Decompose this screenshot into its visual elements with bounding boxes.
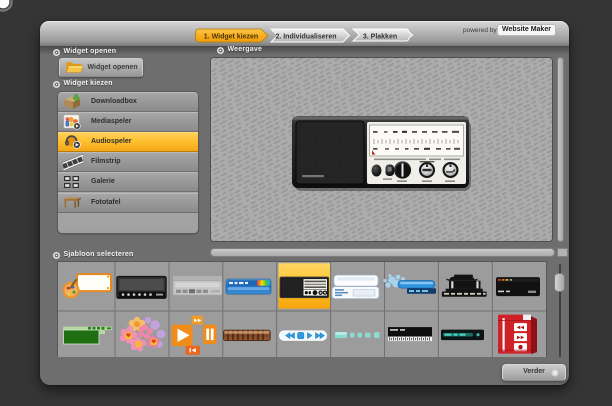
svg-text:2. Individualiseren: 2. Individualiseren	[275, 33, 336, 40]
svg-text:3. Plakken: 3. Plakken	[363, 33, 397, 40]
svg-text:1. Widget kiezen: 1. Widget kiezen	[204, 33, 258, 40]
